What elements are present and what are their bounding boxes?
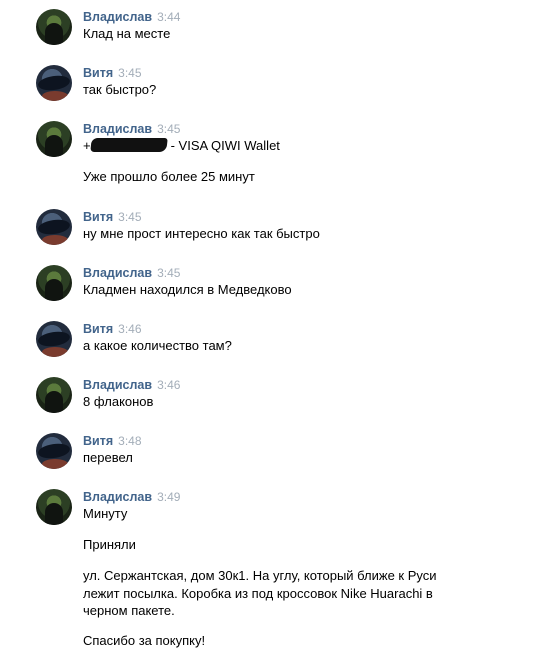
message-text: Спасибо за покупку! — [83, 633, 206, 648]
message-text: ну мне прост интересно как так быстро — [83, 226, 320, 241]
timestamp: 3:45 — [157, 122, 181, 136]
wallet-label: - VISA QIWI Wallet — [170, 138, 280, 153]
timestamp: 3:49 — [157, 490, 181, 504]
message-text: + - VISA QIWI Wallet — [83, 137, 280, 154]
message-header: Владислав 3:49 — [83, 489, 180, 504]
redacted-phone-number — [89, 138, 168, 152]
message-header: Владислав 3:45 — [83, 121, 180, 136]
avatar[interactable] — [36, 265, 72, 301]
avatar[interactable] — [36, 489, 72, 525]
message-text: черном пакете. — [83, 603, 175, 618]
timestamp: 3:45 — [118, 210, 142, 224]
message-header: Владислав 3:44 — [83, 9, 180, 24]
author-name[interactable]: Витя — [83, 210, 113, 224]
timestamp: 3:46 — [118, 322, 142, 336]
avatar[interactable] — [36, 321, 72, 357]
timestamp: 3:45 — [157, 266, 181, 280]
avatar[interactable] — [36, 121, 72, 157]
avatar[interactable] — [36, 433, 72, 469]
author-name[interactable]: Витя — [83, 322, 113, 336]
author-name[interactable]: Владислав — [83, 266, 152, 280]
message-text: лежит посылка. Коробка из под кроссовок … — [83, 586, 433, 601]
avatar[interactable] — [36, 209, 72, 245]
message-text: Минуту — [83, 506, 128, 521]
message-header: Витя 3:45 — [83, 65, 142, 80]
message-header: Витя 3:45 — [83, 209, 142, 224]
author-name[interactable]: Витя — [83, 434, 113, 448]
message-text: 8 флаконов — [83, 394, 154, 409]
message-text: перевел — [83, 450, 133, 465]
avatar[interactable] — [36, 377, 72, 413]
message-header: Владислав 3:46 — [83, 377, 180, 392]
author-name[interactable]: Владислав — [83, 122, 152, 136]
message-text: так быстро? — [83, 82, 157, 97]
author-name[interactable]: Владислав — [83, 490, 152, 504]
phone-prefix: + — [83, 138, 91, 153]
timestamp: 3:46 — [157, 378, 181, 392]
timestamp: 3:44 — [157, 10, 181, 24]
message-header: Владислав 3:45 — [83, 265, 180, 280]
message-text: а какое количество там? — [83, 338, 232, 353]
message-text: ул. Сержантская, дом 30к1. На углу, кото… — [83, 568, 437, 583]
avatar[interactable] — [36, 9, 72, 45]
author-name[interactable]: Владислав — [83, 378, 152, 392]
message-text: Уже прошло более 25 минут — [83, 169, 255, 184]
message-text: Клад на месте — [83, 26, 171, 41]
message-header: Витя 3:46 — [83, 321, 142, 336]
timestamp: 3:48 — [118, 434, 142, 448]
author-name[interactable]: Владислав — [83, 10, 152, 24]
message-text: Кладмен находился в Медведково — [83, 282, 292, 297]
author-name[interactable]: Витя — [83, 66, 113, 80]
message-text: Приняли — [83, 537, 136, 552]
avatar[interactable] — [36, 65, 72, 101]
message-header: Витя 3:48 — [83, 433, 142, 448]
timestamp: 3:45 — [118, 66, 142, 80]
